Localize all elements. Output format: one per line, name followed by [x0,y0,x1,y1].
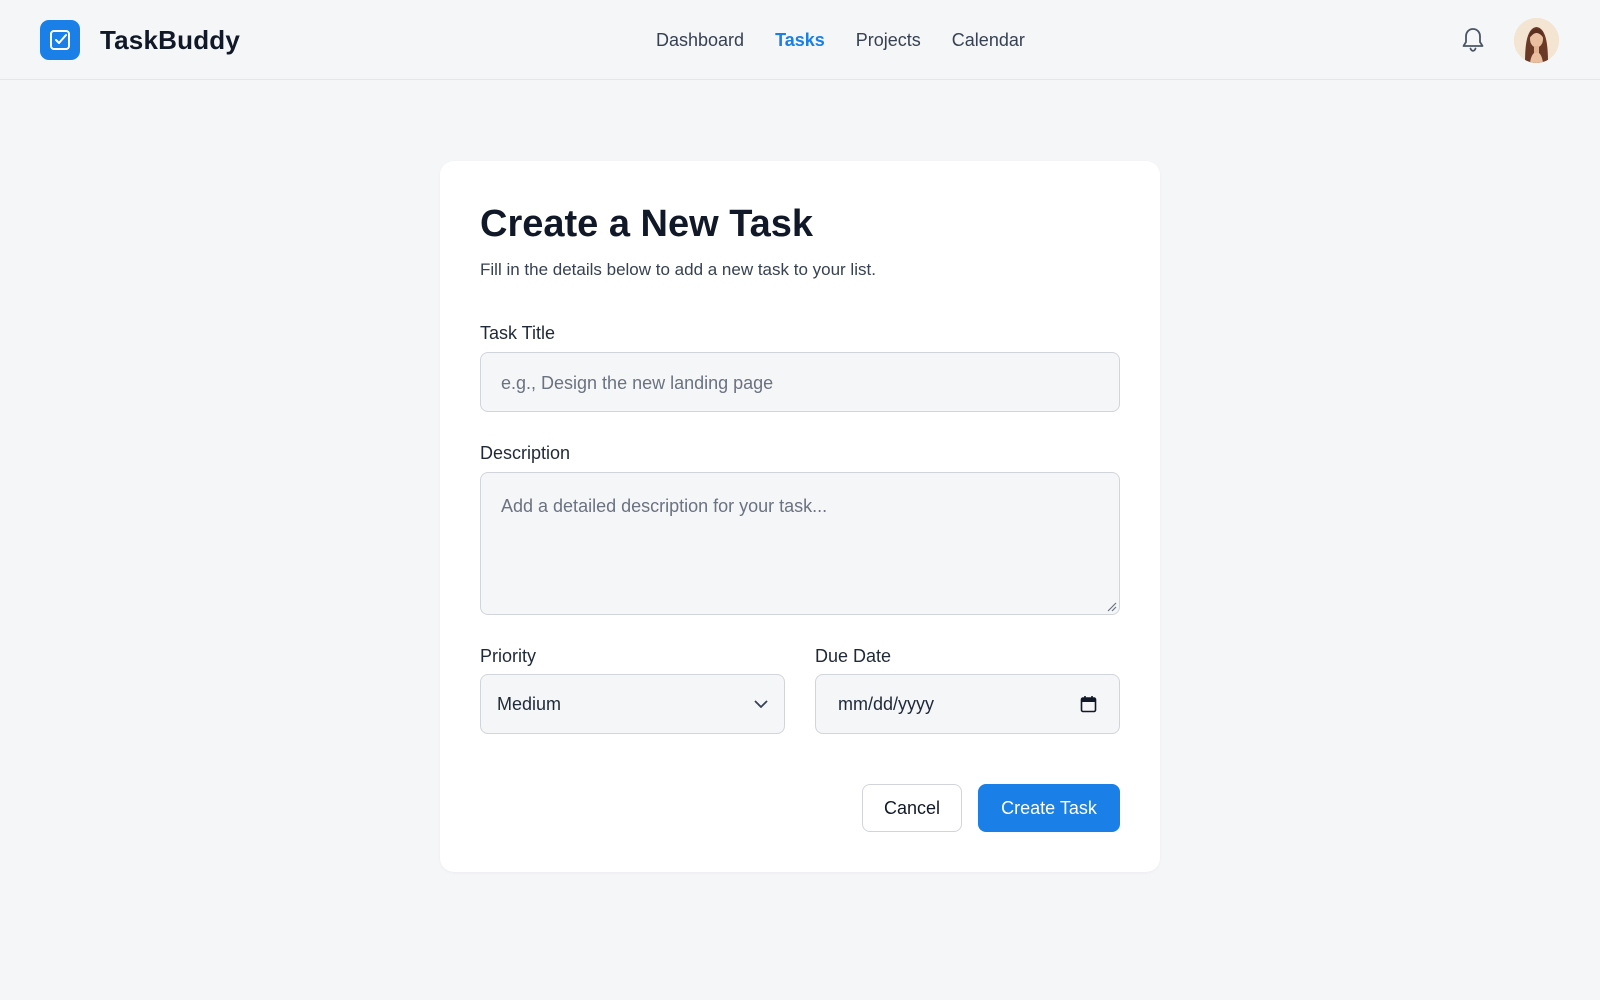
app-name: TaskBuddy [100,24,241,55]
task-title-label: Task Title [480,323,556,343]
chevron-down-icon [754,700,768,708]
priority-select[interactable]: Medium [480,674,785,734]
description-placeholder: Add a detailed description for your task… [501,496,828,516]
cancel-button[interactable]: Cancel [862,784,962,832]
create-task-button[interactable]: Create Task [978,784,1120,832]
due-date-label: Due Date [815,646,892,666]
resize-handle-icon[interactable] [1105,600,1117,612]
brand[interactable]: TaskBuddy [40,20,240,60]
bell-icon[interactable] [1460,26,1486,54]
main-nav: Dashboard Tasks Projects Calendar [656,28,1056,52]
nav-item-tasks[interactable]: Tasks [775,28,825,52]
due-date-value: mm/dd/yyyy [838,694,935,714]
task-title-input[interactable]: e.g., Design the new landing page [480,352,1120,412]
checkbox-check-icon [40,20,80,60]
page-title: Create a New Task [480,203,814,245]
priority-selected-value: Medium [497,694,562,714]
task-title-placeholder: e.g., Design the new landing page [501,373,774,393]
nav-item-projects[interactable]: Projects [856,28,921,52]
top-navigation-bar: TaskBuddy Dashboard Tasks Projects Calen… [0,0,1600,80]
description-textarea[interactable]: Add a detailed description for your task… [480,472,1120,615]
description-label: Description [480,443,571,463]
priority-label: Priority [480,646,537,666]
nav-item-dashboard[interactable]: Dashboard [656,28,744,52]
create-task-card: Create a New Task Fill in the details be… [440,161,1160,872]
due-date-input[interactable]: mm/dd/yyyy [815,674,1120,734]
nav-item-calendar[interactable]: Calendar [952,28,1025,52]
calendar-icon[interactable] [1080,695,1097,713]
page-subtitle: Fill in the details below to add a new t… [480,260,876,279]
user-avatar[interactable] [1514,18,1559,63]
